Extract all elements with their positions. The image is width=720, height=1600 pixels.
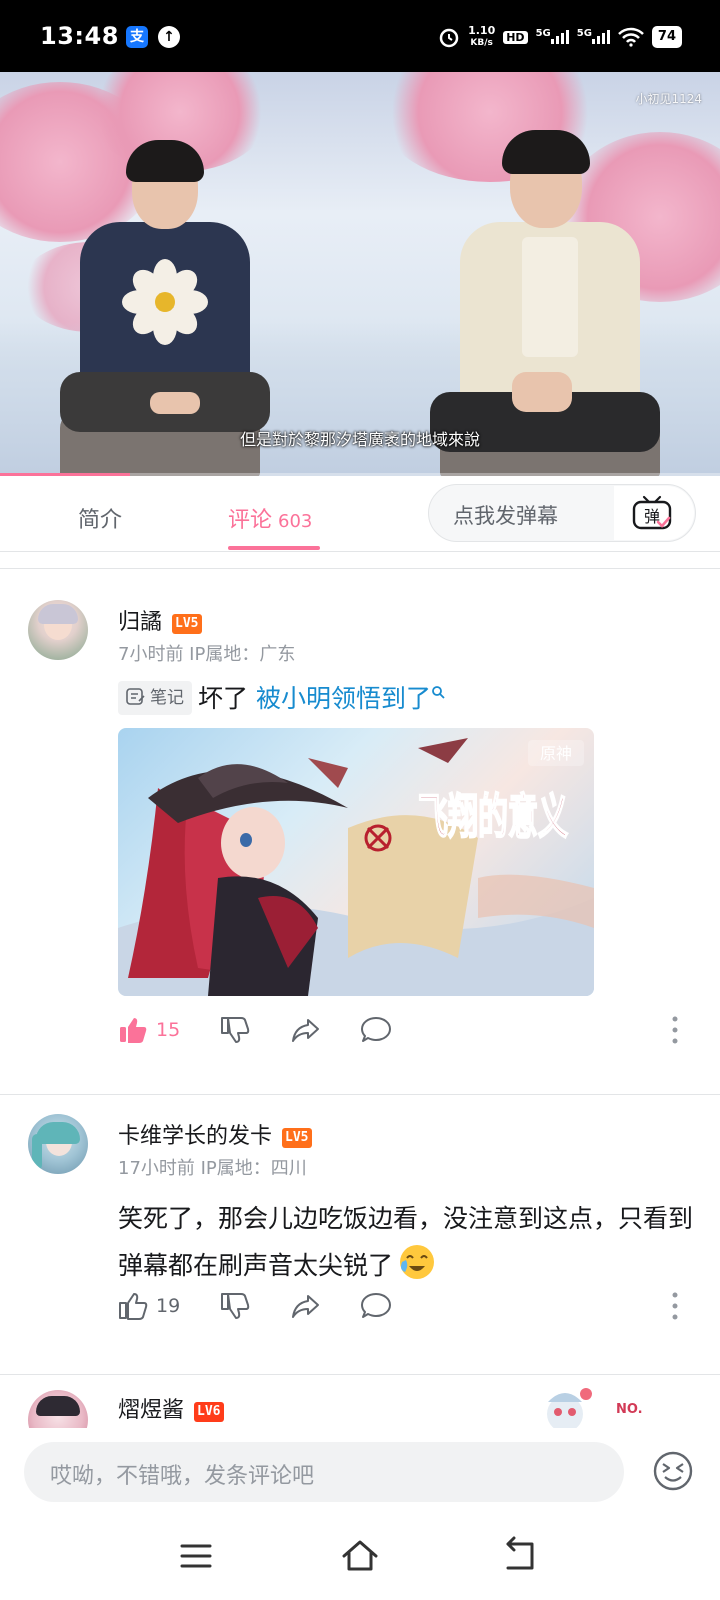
- comment-bubble-icon: [361, 1017, 391, 1042]
- send-danmaku-input[interactable]: 点我发弹幕 弹: [428, 484, 696, 542]
- signal-2: 5G: [577, 28, 610, 47]
- level-badge: LV5: [172, 614, 202, 634]
- menu-icon[interactable]: [176, 1536, 216, 1576]
- comment-bubble-icon: [361, 1293, 391, 1318]
- wifi-icon: [618, 27, 644, 47]
- hd-voice-icon: HD: [503, 30, 528, 44]
- comment-meta: 7小时前 IP属地：广东: [118, 644, 296, 665]
- like-button[interactable]: 19: [118, 1290, 180, 1322]
- alipay-notification-icon: 支: [126, 26, 148, 48]
- more-icon[interactable]: [672, 1292, 678, 1320]
- status-time: 13:48: [40, 22, 119, 50]
- note-icon: [126, 688, 145, 705]
- tab-comments-label: 评论: [228, 508, 273, 533]
- detail-tab-bar: 简介 评论 603 点我发弹幕 弹: [0, 476, 720, 552]
- svg-text:飞翔的意义: 飞翔的意义: [418, 789, 568, 845]
- comment-actions: 19: [118, 1286, 698, 1326]
- reply-button[interactable]: [360, 1290, 392, 1322]
- divider: [0, 568, 720, 569]
- emoji-icon[interactable]: [652, 1450, 694, 1492]
- comment-item: 归譎LV5 7小时前 IP属地：广东 笔记坏了 被小明领悟到了 飞翔的意义: [0, 586, 720, 1086]
- share-button[interactable]: [290, 1290, 320, 1322]
- search-icon: [432, 686, 445, 699]
- signal-bars-icon: [591, 28, 610, 44]
- comment-input-bar: 哎呦，不错哦，发条评论吧: [0, 1428, 720, 1514]
- comment-count: 603: [278, 511, 313, 532]
- dislike-button[interactable]: [220, 1290, 250, 1322]
- avatar[interactable]: [28, 1390, 88, 1428]
- status-bar: 13:48 支 ↑ 1.10 KB/s HD 5G 5G 74: [0, 0, 720, 72]
- tab-comments[interactable]: 评论 603: [228, 502, 312, 534]
- username[interactable]: 归譎 LV5: [118, 604, 202, 636]
- sweater-flower-icon: [122, 259, 208, 345]
- anime-sticker-icon: [547, 1388, 592, 1428]
- decoration-badge-text: NO.: [616, 1402, 643, 1417]
- tab-active-indicator: [228, 546, 320, 550]
- signal-bars-icon: [550, 28, 569, 44]
- comment-item: 卡维学长的发卡 LV5 17小时前 IP属地：四川 笑死了，那会儿边吃饭边看，没注…: [0, 1100, 720, 1370]
- back-icon[interactable]: [500, 1536, 540, 1576]
- like-button[interactable]: 15: [118, 1014, 180, 1046]
- like-count: 19: [156, 1295, 181, 1317]
- video-player[interactable]: 小初见1124 但是對於黎那汐塔廣袤的地域來說: [0, 72, 720, 476]
- dislike-button[interactable]: [220, 1014, 250, 1046]
- battery-icon: 74: [651, 26, 682, 48]
- thumbs-down-icon: [221, 1017, 250, 1043]
- net-speed: 1.10 KB/s: [468, 24, 496, 49]
- thumbs-up-filled-icon: [120, 1018, 147, 1043]
- comment-meta: 17小时前 IP属地：四川: [118, 1158, 307, 1179]
- more-icon[interactable]: [672, 1016, 678, 1044]
- danmaku-toggle-button[interactable]: 弹: [614, 486, 694, 540]
- avatar[interactable]: [28, 1114, 88, 1174]
- crying-laugh-emoji-icon: [400, 1245, 435, 1279]
- like-count: 15: [156, 1019, 181, 1041]
- thumbs-up-icon: [119, 1293, 148, 1320]
- decoration-sticker: [530, 1380, 600, 1428]
- comment-text: 笔记 坏了 被小明领悟到了: [118, 676, 698, 722]
- video-subtitle: 但是對於黎那汐塔廣袤的地域來說: [239, 430, 480, 449]
- avatar[interactable]: [28, 600, 88, 660]
- username[interactable]: 熠煜酱 LV6: [118, 1392, 224, 1424]
- alarm-icon: [439, 28, 459, 48]
- search-link[interactable]: 被小明领悟到了: [256, 684, 431, 713]
- upload-notification-icon: ↑: [158, 26, 180, 48]
- home-icon[interactable]: [340, 1536, 380, 1576]
- svg-text:原神: 原神: [540, 744, 572, 763]
- status-right-icons: 1.10 KB/s HD 5G 5G 74: [438, 20, 682, 54]
- reply-button[interactable]: [360, 1014, 392, 1046]
- note-tag[interactable]: 笔记: [118, 681, 192, 715]
- comment-image-art: 飞翔的意义 原神: [118, 738, 594, 996]
- share-icon: [292, 1019, 319, 1042]
- system-nav-bar: [0, 1514, 720, 1600]
- level-badge: LV6: [194, 1402, 224, 1422]
- comment-input-placeholder: 哎呦，不错哦，发条评论吧: [50, 1464, 315, 1489]
- divider: [0, 1374, 720, 1375]
- share-button[interactable]: [290, 1014, 320, 1046]
- thumbs-down-icon: [221, 1293, 250, 1319]
- level-badge: LV5: [282, 1128, 312, 1148]
- comment-image[interactable]: 飞翔的意义 原神: [118, 728, 594, 996]
- tab-intro[interactable]: 简介: [78, 502, 122, 534]
- share-icon: [292, 1295, 319, 1318]
- divider: [0, 1094, 720, 1095]
- comment-actions: 15: [118, 1010, 698, 1050]
- username[interactable]: 卡维学长的发卡 LV5: [118, 1118, 312, 1150]
- video-watermark: 小初见1124: [635, 92, 702, 106]
- comment-item: 熠煜酱 LV6 NO.: [0, 1376, 720, 1428]
- comment-input[interactable]: 哎呦，不错哦，发条评论吧: [24, 1442, 624, 1502]
- danmaku-placeholder: 点我发弹幕: [453, 504, 558, 528]
- signal-1: 5G: [536, 28, 569, 47]
- danmaku-tv-icon: 弹: [632, 495, 672, 530]
- comment-text: 笑死了，那会儿边吃饭边看，没注意到这点，只看到弹幕都在刷声音太尖锐了: [118, 1204, 694, 1280]
